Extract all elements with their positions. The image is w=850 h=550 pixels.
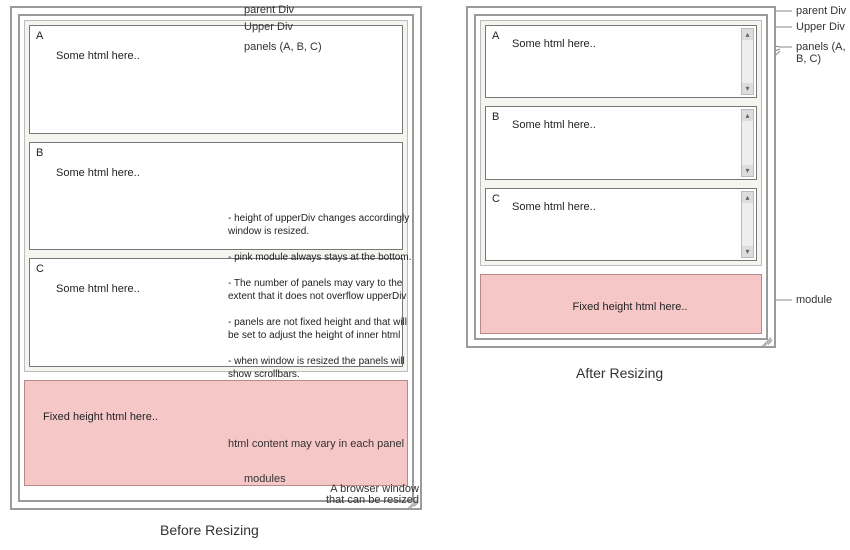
note-item: - panels are not fixed height and that w… <box>228 316 414 342</box>
panel-a-after: A Some html here.. ▴▾ <box>485 25 757 98</box>
panel-label: B <box>492 111 499 123</box>
caption-before: Before Resizing <box>160 522 259 538</box>
panel-a-before: A Some html here.. <box>29 25 403 134</box>
notes-list: - height of upperDiv changes accordingly… <box>228 212 414 381</box>
panel-label: B <box>36 147 43 159</box>
panel-body: Some html here.. <box>56 167 140 179</box>
panel-label: C <box>492 193 500 205</box>
upper-div-after: A Some html here.. ▴▾ B Some html here..… <box>480 20 762 266</box>
browser-window-after[interactable]: A Some html here.. ▴▾ B Some html here..… <box>466 6 776 348</box>
note-item: - pink module always stays at the bottom… <box>228 251 414 264</box>
panel-b-after: B Some html here.. ▴▾ <box>485 106 757 179</box>
callout-parent-div: parent Div <box>244 4 294 16</box>
caption-after: After Resizing <box>576 365 663 381</box>
panel-body: Some html here.. <box>512 119 596 131</box>
callout-upper-div: Upper Div <box>244 21 293 33</box>
chevron-up-icon[interactable]: ▴ <box>742 192 753 203</box>
panel-label: A <box>36 30 43 42</box>
chevron-up-icon[interactable]: ▴ <box>742 29 753 40</box>
note-item: - The number of panels may vary to the e… <box>228 277 414 303</box>
chevron-down-icon[interactable]: ▾ <box>742 83 753 94</box>
scrollbar[interactable]: ▴▾ <box>741 191 754 258</box>
parent-div-after: A Some html here.. ▴▾ B Some html here..… <box>474 14 768 340</box>
panel-body: Some html here.. <box>512 38 596 50</box>
note-item: - when window is resized the panels will… <box>228 355 414 381</box>
module-after: Fixed height html here.. <box>480 274 762 334</box>
resize-grip-icon[interactable] <box>760 332 772 344</box>
module-body: Fixed height html here.. <box>25 381 407 423</box>
panel-c-after: C Some html here.. ▴▾ <box>485 188 757 261</box>
scrollbar[interactable]: ▴▾ <box>741 109 754 176</box>
panel-label: A <box>492 30 499 42</box>
callout-resize-note: A browser window that can be resized <box>326 484 419 506</box>
module-before: Fixed height html here.. <box>24 380 408 486</box>
chevron-down-icon[interactable]: ▾ <box>742 165 753 176</box>
callout-panel-note: html content may vary in each panel <box>228 438 404 450</box>
scrollbar[interactable]: ▴▾ <box>741 28 754 95</box>
callout-parent-div-after: parent Div <box>796 5 846 17</box>
callout-upper-div-after: Upper Div <box>796 21 845 33</box>
chevron-down-icon[interactable]: ▾ <box>742 246 753 257</box>
panel-label: C <box>36 263 44 275</box>
callout-panels: panels (A, B, C) <box>244 41 322 53</box>
panel-body: Some html here.. <box>512 201 596 213</box>
chevron-up-icon[interactable]: ▴ <box>742 110 753 121</box>
callout-module-after: module <box>796 294 832 306</box>
module-body: Fixed height html here.. <box>481 275 761 313</box>
callout-panels-after: panels (A, B, C) <box>796 41 850 65</box>
callout-modules: modules <box>244 473 286 485</box>
panel-body: Some html here.. <box>56 283 140 295</box>
note-item: - height of upperDiv changes accordingly… <box>228 212 414 238</box>
panel-body: Some html here.. <box>56 50 140 62</box>
